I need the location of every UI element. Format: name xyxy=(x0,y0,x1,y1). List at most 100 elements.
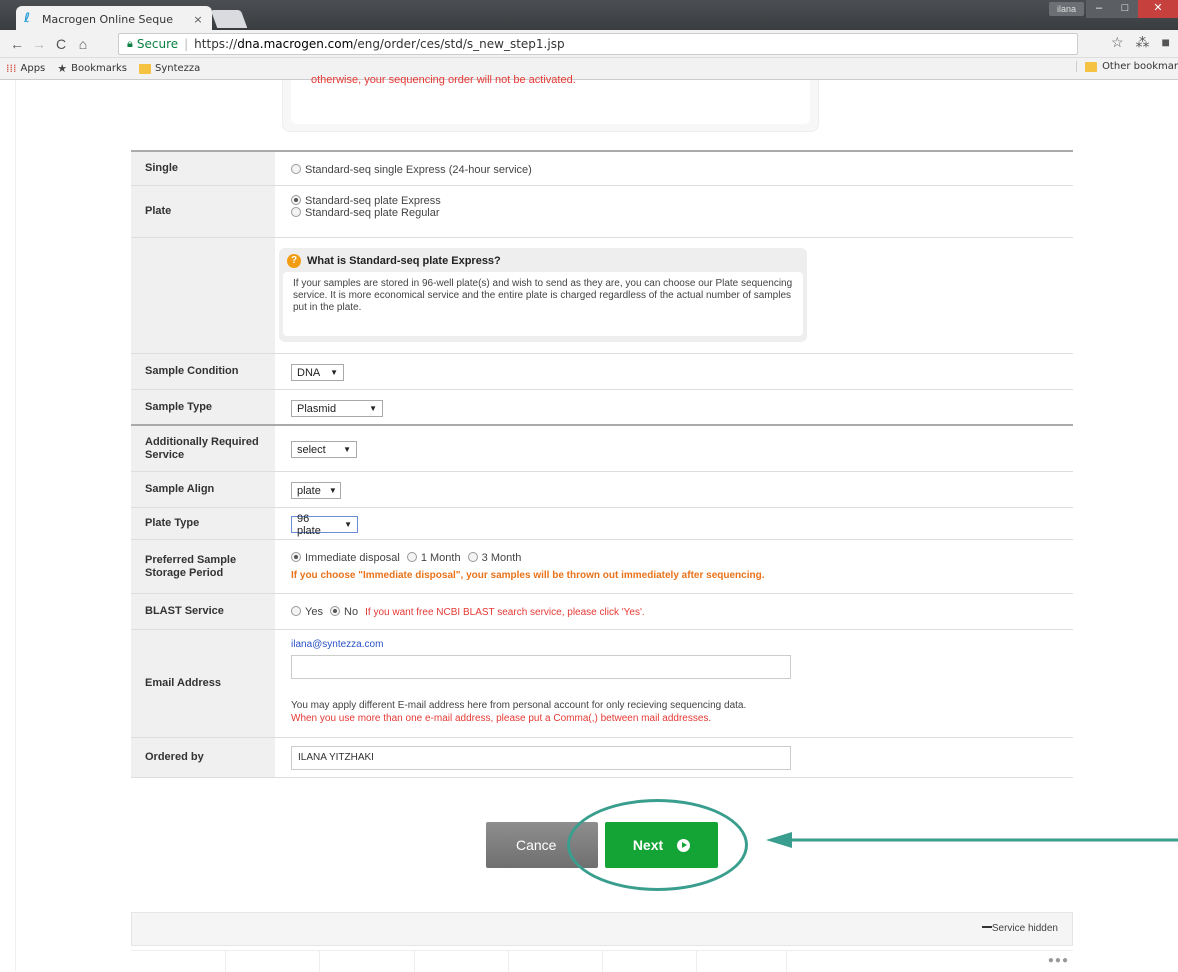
label-plate-type: Plate Type xyxy=(131,508,275,539)
toolbar-right: ☆ ⁂ ■ xyxy=(1111,34,1170,51)
reload-icon[interactable]: C xyxy=(50,36,72,52)
radio-3-month[interactable]: 3 Month xyxy=(467,552,521,564)
label-sample-align: Sample Align xyxy=(131,472,275,507)
other-bookmarks[interactable]: Other bookmar xyxy=(1076,61,1178,72)
apps-grid-icon: ⁞⁞⁞ xyxy=(6,62,17,75)
radio-plate-express[interactable]: Standard-seq plate Express xyxy=(291,195,441,207)
row-plate: Plate Standard-seq plate Express Standar… xyxy=(131,186,1073,238)
question-icon: ? xyxy=(287,254,301,268)
radio-blast-no[interactable]: No xyxy=(330,606,358,618)
bookmark-apps[interactable]: ⁞⁞⁞ Apps xyxy=(6,62,45,75)
tab-title: Macrogen Online Seque xyxy=(42,12,173,26)
browser-tab[interactable]: ℓ Macrogen Online Seque × xyxy=(16,6,212,32)
footer-icon-strip: ●●● xyxy=(131,950,1073,972)
row-additional-service: Additionally Required Service select ▼ xyxy=(131,426,1073,472)
row-storage-period: Preferred Sample Storage Period Immediate… xyxy=(131,540,1073,594)
label-storage-period: Preferred Sample Storage Period xyxy=(131,540,275,593)
label-sample-type: Sample Type xyxy=(131,390,275,424)
page-content: otherwise, your sequencing order will no… xyxy=(0,74,1178,972)
additional-service-select[interactable]: select ▼ xyxy=(291,441,357,458)
pager-dots[interactable]: ●●● xyxy=(1048,955,1069,966)
address-bar[interactable]: 🔒︎ Secure | https://dna.macrogen.com/eng… xyxy=(118,33,1078,55)
plate-express-info-box: ? What is Standard-seq plate Express? If… xyxy=(279,248,807,342)
url-text: https://dna.macrogen.com/eng/order/ces/s… xyxy=(194,37,565,51)
radio-plate-regular[interactable]: Standard-seq plate Regular xyxy=(291,207,440,219)
home-icon[interactable]: ⌂ xyxy=(72,36,94,52)
radio-single-express[interactable]: Standard-seq single Express (24-hour ser… xyxy=(291,164,532,176)
activation-warning: otherwise, your sequencing order will no… xyxy=(311,74,576,86)
row-single: Single Standard-seq single Express (24-h… xyxy=(131,150,1073,186)
minimize-button[interactable]: – xyxy=(1086,0,1112,18)
label-email: Email Address xyxy=(131,630,275,737)
row-ordered-by: Ordered by ILANA YITZHAKI xyxy=(131,738,1073,778)
label-sample-condition: Sample Condition xyxy=(131,354,275,389)
ordered-by-input[interactable]: ILANA YITZHAKI xyxy=(291,746,791,770)
plate-type-select[interactable]: 96 plate ▼ xyxy=(291,513,358,537)
info-title: What is Standard-seq plate Express? xyxy=(307,255,501,267)
label-single: Single xyxy=(131,152,275,185)
sample-align-select[interactable]: plate ▼ xyxy=(291,482,341,499)
radio-immediate-disposal[interactable]: Immediate disposal xyxy=(291,552,400,564)
dropdown-arrow-icon: ▼ xyxy=(330,368,338,377)
sample-type-select[interactable]: Plasmid ▼ xyxy=(291,400,383,417)
radio-button[interactable] xyxy=(291,207,301,217)
dropdown-arrow-icon: ▼ xyxy=(328,486,337,495)
dropdown-arrow-icon: ▼ xyxy=(343,445,351,454)
macrogen-favicon-icon: ℓ xyxy=(24,11,31,26)
extension-icon[interactable]: ⁂ xyxy=(1136,34,1150,51)
row-sample-type: Sample Type Plasmid ▼ xyxy=(131,390,1073,426)
forward-arrow-icon[interactable]: → xyxy=(28,36,50,52)
radio-button-selected[interactable] xyxy=(291,195,301,205)
label-additional-service: Additionally Required Service xyxy=(131,426,275,471)
row-blast-service: BLAST Service Yes No If you want free NC… xyxy=(131,594,1073,630)
bookmark-bookmarks[interactable]: ★ Bookmarks xyxy=(57,62,127,75)
service-hidden-toggle[interactable]: Service hidden xyxy=(981,923,1058,934)
info-body: If your samples are stored in 96-well pl… xyxy=(283,272,803,336)
bookmark-syntezza[interactable]: Syntezza xyxy=(139,63,200,74)
email-input[interactable] xyxy=(291,655,791,679)
window-controls: – □ ✕ xyxy=(1086,0,1178,18)
star-icon: ★ xyxy=(57,62,68,75)
new-tab-button[interactable] xyxy=(210,10,248,28)
row-sample-align: Sample Align plate ▼ xyxy=(131,472,1073,508)
annotation-arrow-icon xyxy=(766,832,1178,848)
storage-options: Immediate disposal 1 Month 3 Month xyxy=(291,552,521,564)
folder-icon xyxy=(139,63,151,74)
tab-close-icon[interactable]: × xyxy=(192,13,204,26)
bookmark-star-icon[interactable]: ☆ xyxy=(1111,34,1124,51)
lock-icon: 🔒︎ xyxy=(127,37,133,50)
row-plate-info: ? What is Standard-seq plate Express? If… xyxy=(131,238,1073,354)
browser-tab-bar: ℓ Macrogen Online Seque × ilana – □ ✕ xyxy=(0,0,1178,32)
label-blast-service: BLAST Service xyxy=(131,594,275,629)
address-separator: | xyxy=(184,37,189,51)
current-email: ilana@syntezza.com xyxy=(291,639,384,650)
label-plate: Plate xyxy=(131,186,275,237)
dropdown-arrow-icon: ▼ xyxy=(369,404,377,413)
close-window-button[interactable]: ✕ xyxy=(1138,0,1178,18)
secure-label: Secure xyxy=(136,37,179,51)
radio-button[interactable] xyxy=(291,164,301,174)
dropdown-arrow-icon: ▼ xyxy=(344,520,352,529)
annotation-highlight-ellipse xyxy=(567,799,748,891)
radio-blast-yes[interactable]: Yes xyxy=(291,606,323,618)
email-note: You may apply different E-mail address h… xyxy=(291,700,747,711)
row-sample-condition: Sample Condition DNA ▼ xyxy=(131,354,1073,390)
row-email: Email Address ilana@syntezza.com You may… xyxy=(131,630,1073,738)
browser-toolbar: ← → C ⌂ 🔒︎ Secure | https://dna.macrogen… xyxy=(0,30,1178,58)
back-arrow-icon[interactable]: ← xyxy=(6,36,28,52)
sample-condition-select[interactable]: DNA ▼ xyxy=(291,364,344,381)
top-notice-box: otherwise, your sequencing order will no… xyxy=(282,74,819,132)
bookmarks-bar: ⁞⁞⁞ Apps ★ Bookmarks Syntezza Other bookma… xyxy=(0,58,1178,80)
extension-box-icon[interactable]: ■ xyxy=(1162,34,1170,51)
radio-1-month[interactable]: 1 Month xyxy=(406,552,461,564)
disposal-warning: If you choose "Immediate disposal", your… xyxy=(291,570,765,581)
maximize-button[interactable]: □ xyxy=(1112,0,1138,18)
blast-note: If you want free NCBI BLAST search servi… xyxy=(365,607,645,618)
row-plate-type: Plate Type 96 plate ▼ xyxy=(131,508,1073,540)
profile-badge[interactable]: ilana xyxy=(1048,2,1084,16)
footer-bar: Service hidden xyxy=(131,912,1073,946)
minus-icon xyxy=(981,926,992,928)
left-margin xyxy=(0,80,16,971)
order-form: Single Standard-seq single Express (24-h… xyxy=(131,150,1073,778)
email-note-red: When you use more than one e-mail addres… xyxy=(291,713,712,724)
